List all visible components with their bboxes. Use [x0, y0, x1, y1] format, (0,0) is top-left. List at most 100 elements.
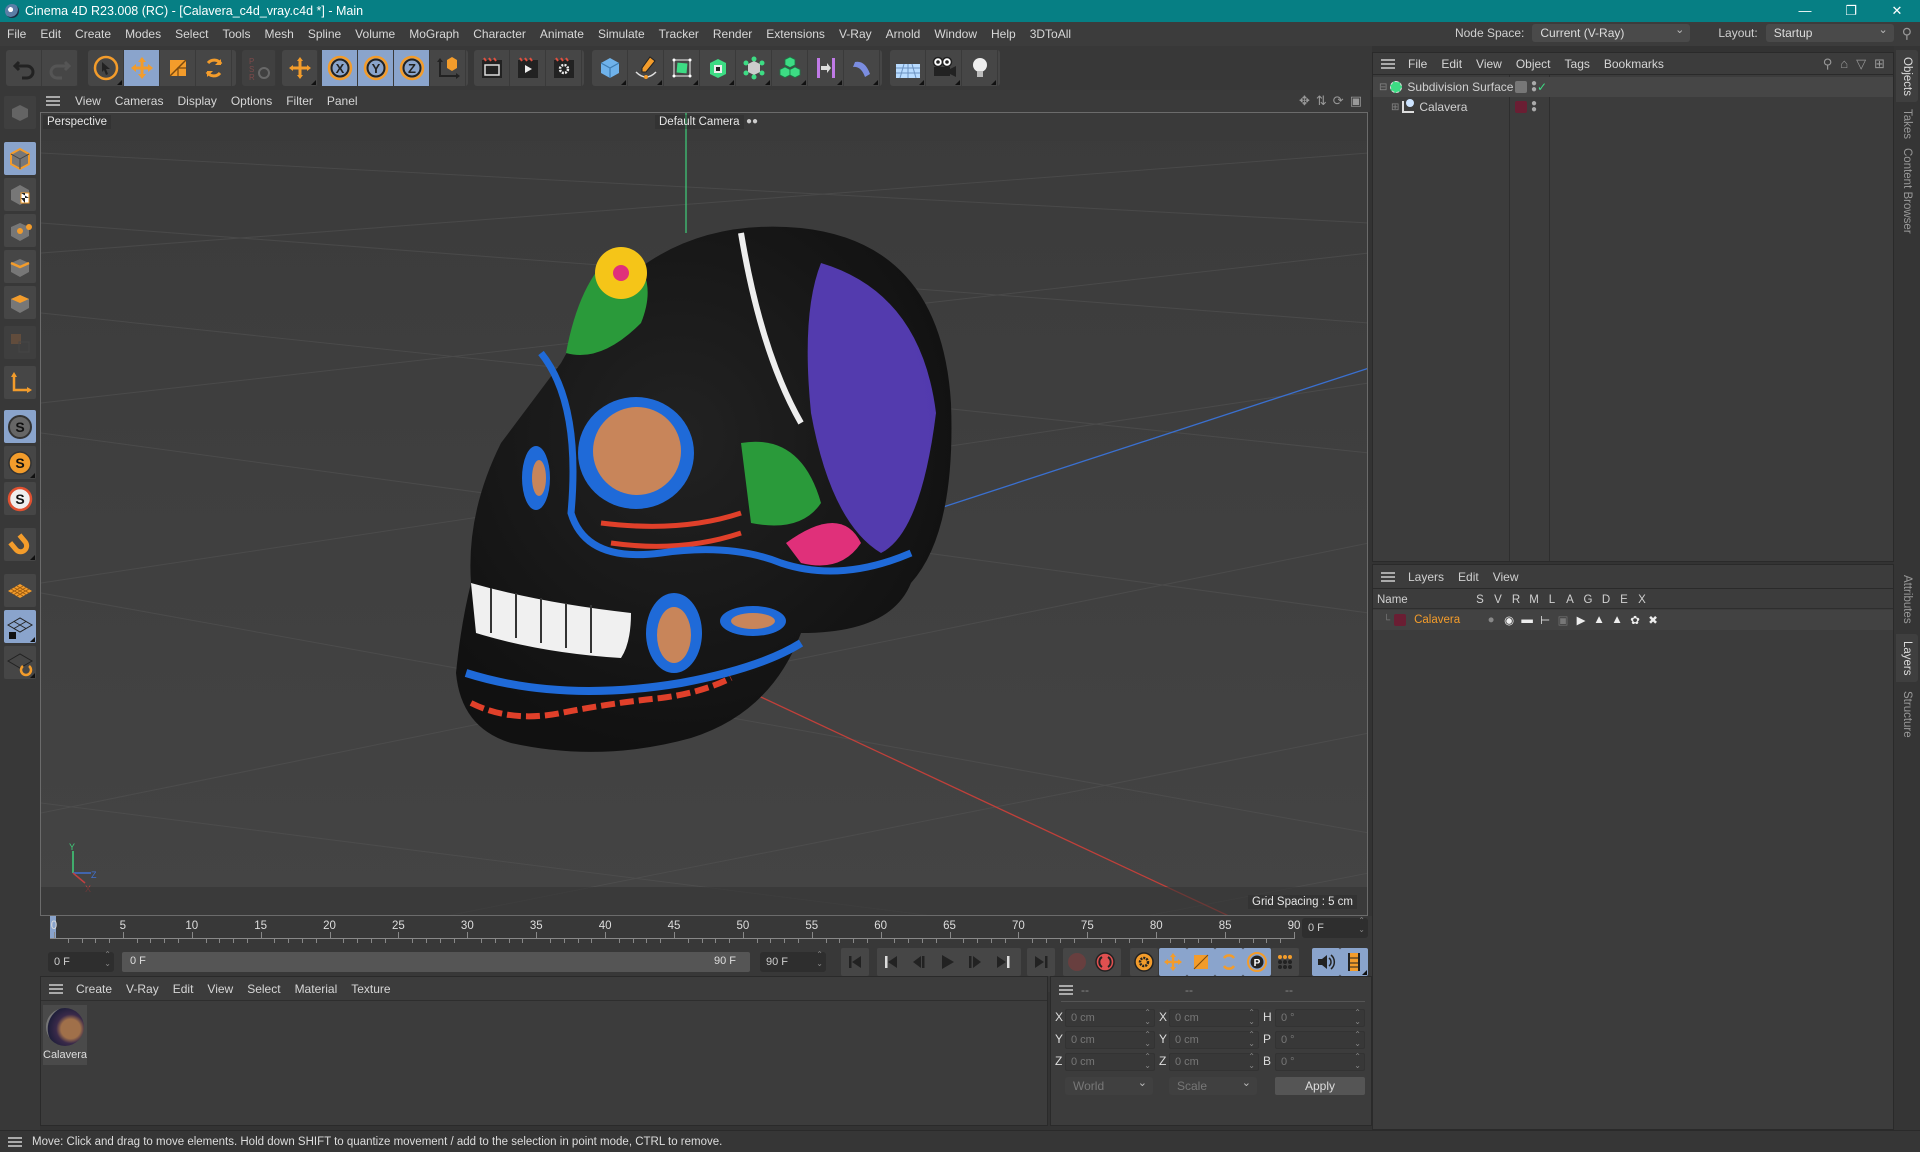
layers-menu-layers[interactable]: Layers [1401, 570, 1451, 584]
subdivision-icon[interactable] [664, 50, 700, 86]
maximize-view-icon[interactable]: ▣ [1350, 93, 1362, 109]
menu-character[interactable]: Character [466, 27, 533, 41]
pos-y-field[interactable]: 0 cm [1065, 1030, 1155, 1049]
previous-key-button[interactable] [877, 948, 905, 976]
tab-objects[interactable]: Objects [1896, 50, 1918, 102]
auto-keying-button[interactable] [1091, 948, 1119, 976]
layer-manager-icon[interactable]: ⊢ [1536, 613, 1554, 627]
cube-icon[interactable] [592, 50, 628, 86]
object-name[interactable]: Subdivision Surface [1407, 80, 1513, 94]
visibility-dots-icon[interactable]: ● ● [1531, 99, 1537, 115]
menu-extensions[interactable]: Extensions [759, 27, 832, 41]
material-hamburger-icon[interactable] [49, 983, 63, 994]
objects-menu-file[interactable]: File [1401, 57, 1434, 71]
layer-name[interactable]: Calavera [1414, 614, 1482, 626]
pos-x-field[interactable]: 0 cm [1065, 1008, 1155, 1027]
layer-render-icon[interactable]: ▬ [1518, 614, 1536, 626]
viewport-menu-panel[interactable]: Panel [320, 94, 365, 108]
workplane-rotate-icon[interactable] [4, 646, 36, 679]
key-point-level-button[interactable] [1271, 948, 1299, 976]
expand-icon[interactable]: ⊞ [1391, 102, 1399, 113]
object-row-subdivision-surface[interactable]: ⊟ Subdivision Surface ● ● ✓ [1373, 77, 1893, 97]
objects-menu-object[interactable]: Object [1509, 57, 1558, 71]
extrude-icon[interactable] [700, 50, 736, 86]
rotate-view-icon[interactable]: ⟳ [1333, 93, 1344, 109]
key-position-button[interactable] [1159, 948, 1187, 976]
material-swatch[interactable]: Calavera [43, 1005, 87, 1065]
layer-solo-icon[interactable]: ● [1482, 614, 1500, 626]
record-keys-button[interactable] [1063, 948, 1091, 976]
objects-menu-edit[interactable]: Edit [1434, 57, 1469, 71]
material-menu-material[interactable]: Material [288, 982, 345, 996]
tab-layers[interactable]: Layers [1896, 634, 1918, 682]
material-menu-select[interactable]: Select [240, 982, 287, 996]
magnet-icon[interactable] [4, 528, 36, 561]
restore-button[interactable]: ❐ [1828, 0, 1874, 22]
coordinates-hamburger-icon[interactable] [1059, 985, 1073, 995]
coordinate-system-icon[interactable] [430, 50, 466, 86]
light-icon[interactable] [962, 50, 998, 86]
frame-range-slider[interactable]: 0 F 90 F [122, 952, 750, 972]
end-frame-field[interactable]: 90 F [760, 950, 826, 972]
polygons-mode-icon[interactable] [4, 286, 36, 319]
layers-menu-edit[interactable]: Edit [1451, 570, 1486, 584]
rot-b-field[interactable]: 0 ° [1275, 1052, 1365, 1071]
play-button[interactable] [933, 948, 961, 976]
objects-home-icon[interactable]: ⌂ [1840, 56, 1848, 72]
material-menu-texture[interactable]: Texture [344, 982, 397, 996]
camera-label[interactable]: Default Camera [655, 115, 744, 129]
viewport-hamburger-icon[interactable] [46, 96, 60, 106]
workplane-icon[interactable] [4, 574, 36, 607]
menu-modes[interactable]: Modes [118, 27, 168, 41]
locked-workplane-icon[interactable] [4, 610, 36, 643]
layer-visible-icon[interactable]: ◉ [1500, 613, 1518, 627]
quantize-icon[interactable]: S [4, 482, 36, 515]
column-generators[interactable]: G [1579, 594, 1597, 606]
viewport-menu-cameras[interactable]: Cameras [108, 94, 171, 108]
menu-window[interactable]: Window [927, 27, 984, 41]
viewport-menu-display[interactable]: Display [170, 94, 223, 108]
menu-arnold[interactable]: Arnold [879, 27, 928, 41]
menu-create[interactable]: Create [68, 27, 118, 41]
go-to-start-button[interactable] [841, 948, 869, 976]
render-view-icon[interactable] [474, 50, 510, 86]
size-z-field[interactable]: 0 cm [1169, 1052, 1259, 1071]
x-axis-icon[interactable]: X [322, 50, 358, 86]
node-space-dropdown[interactable]: Current (V-Ray) [1532, 21, 1691, 42]
uvw-mode-icon[interactable] [4, 326, 36, 359]
material-menu-vray[interactable]: V-Ray [119, 982, 166, 996]
key-parameter-button[interactable]: P [1243, 948, 1271, 976]
apply-button[interactable]: Apply [1275, 1077, 1365, 1095]
menu-tracker[interactable]: Tracker [652, 27, 706, 41]
tab-takes[interactable]: Takes [1896, 104, 1918, 144]
layer-xref-icon[interactable]: ✖ [1644, 613, 1662, 627]
pan-view-icon[interactable]: ✥ [1299, 93, 1310, 109]
texture-mode-icon[interactable] [4, 178, 36, 211]
psr-icon[interactable]: PSR [242, 50, 276, 86]
z-axis-icon[interactable]: Z [394, 50, 430, 86]
search-icon[interactable]: ⚲ [1902, 25, 1912, 42]
render-picture-viewer-icon[interactable] [510, 50, 546, 86]
minimize-button[interactable]: — [1782, 0, 1828, 22]
size-x-field[interactable]: 0 cm [1169, 1008, 1259, 1027]
layer-color-swatch[interactable] [1515, 101, 1527, 113]
status-hamburger-icon[interactable] [8, 1136, 22, 1147]
material-menu-edit[interactable]: Edit [166, 982, 201, 996]
move-icon[interactable] [124, 50, 160, 86]
film-strip-icon[interactable] [1340, 948, 1368, 976]
layout-dropdown[interactable]: Startup [1765, 21, 1894, 42]
undo-icon[interactable] [6, 50, 42, 86]
menu-spline[interactable]: Spline [301, 27, 348, 41]
mograph-cloner-icon[interactable] [736, 50, 772, 86]
column-solo[interactable]: S [1471, 594, 1489, 606]
menu-tools[interactable]: Tools [215, 27, 257, 41]
material-menu-create[interactable]: Create [69, 982, 119, 996]
zoom-view-icon[interactable]: ⇅ [1316, 93, 1327, 109]
rotate-icon[interactable] [196, 50, 232, 86]
layer-expressions-icon[interactable]: ✿ [1626, 613, 1644, 627]
layers-hamburger-icon[interactable] [1381, 571, 1395, 582]
layer-color-swatch[interactable] [1394, 614, 1407, 626]
points-mode-icon[interactable] [4, 214, 36, 247]
next-key-button[interactable] [989, 948, 1017, 976]
coordinate-space-dropdown[interactable]: World [1065, 1074, 1153, 1095]
